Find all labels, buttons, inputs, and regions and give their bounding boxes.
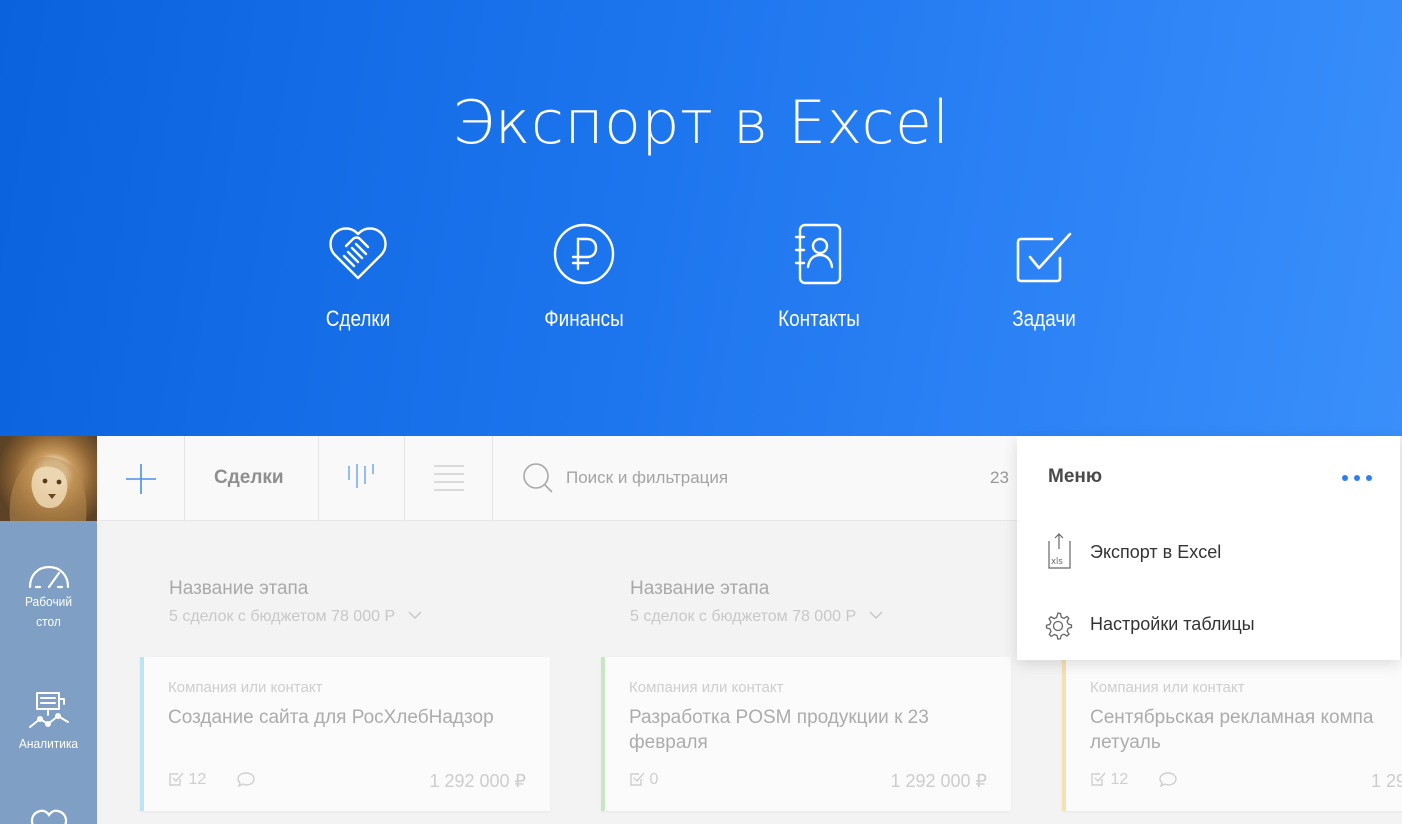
- comment-icon: [1159, 772, 1177, 788]
- deal-count: 23: [990, 468, 1009, 487]
- task-check-icon: [169, 772, 184, 786]
- sidebar-item-analytics[interactable]: Аналитика: [0, 689, 97, 755]
- deal-meta: 12: [168, 771, 255, 789]
- stage-summary[interactable]: 5 сделок с бюджетом 78 000 Р: [169, 608, 589, 626]
- search-icon: [523, 463, 553, 493]
- search-input[interactable]: [566, 466, 946, 490]
- deal-company: Компания или контакт: [629, 679, 784, 696]
- ruble-icon: [553, 223, 615, 285]
- feature-contacts: Контакты: [729, 222, 909, 332]
- sidebar: Рабочий стол Аналитика: [0, 521, 97, 824]
- deal-sum: 1 292 000 ₽: [890, 771, 987, 791]
- stage-summary-text: 5 сделок с бюджетом 78 000 Р: [169, 608, 396, 625]
- contacts-book-icon: [794, 223, 842, 285]
- feature-deals: Сделки: [268, 222, 448, 332]
- pipeline-stage: Название этапа 5 сделок с бюджетом 78 00…: [630, 578, 1050, 626]
- sidebar-item-label: Аналитика: [18, 736, 79, 751]
- deal-card[interactable]: Компания или контакт Сентябрьская реклам…: [1062, 657, 1402, 811]
- task-count: 12: [188, 771, 207, 788]
- deal-meta: 0: [629, 771, 658, 789]
- xls-file-icon: xls: [1048, 533, 1071, 569]
- deal-title: Создание сайта для РосХлебНадзор: [168, 707, 494, 728]
- deal-company: Компания или контакт: [1090, 679, 1245, 696]
- stage-title: Название этапа: [169, 578, 309, 599]
- sidebar-item-dashboard[interactable]: Рабочий стол: [0, 561, 97, 633]
- task-count: 12: [1110, 771, 1129, 788]
- avatar[interactable]: [0, 436, 97, 521]
- add-button[interactable]: [97, 436, 185, 521]
- deal-title: Сентябрьская рекламная компа летуаль: [1090, 707, 1374, 753]
- feature-finance: Финансы: [494, 222, 674, 332]
- feature-label: Сделки: [325, 306, 391, 331]
- deal-sum: 1 292 000 ₽: [429, 771, 526, 791]
- task-checkbox-icon: [1016, 232, 1072, 283]
- task-check-icon: [1091, 772, 1106, 786]
- feature-label: Задачи: [1012, 306, 1076, 331]
- gear-icon: [1045, 612, 1073, 640]
- deal-card[interactable]: Компания или контакт Создание сайта для …: [140, 657, 550, 811]
- toolbar: Сделки 23: [97, 436, 1017, 521]
- menu-item-table-settings[interactable]: Настройки таблицы: [1043, 604, 1383, 648]
- chevron-down-icon: [408, 611, 422, 619]
- feature-label: Контакты: [778, 306, 860, 331]
- sidebar-item-more[interactable]: [0, 807, 97, 824]
- section-title-label: Сделки: [214, 467, 284, 488]
- menu-item-export-excel[interactable]: xls Экспорт в Excel: [1043, 532, 1383, 576]
- analytics-icon: [28, 692, 69, 728]
- deal-sum: 1 29: [1370, 771, 1402, 791]
- menu-item-label: Настройки таблицы: [1090, 614, 1255, 634]
- deal-card[interactable]: Компания или контакт Разработка POSM про…: [601, 657, 1011, 811]
- stage-summary[interactable]: 5 сделок с бюджетом 78 000 Р: [630, 608, 1050, 626]
- plus-icon: [126, 464, 156, 494]
- dropdown-menu: Меню xls Экспорт в Excel Настройки табли…: [1017, 436, 1400, 660]
- pipeline-stage: Название этапа 5 сделок с бюджетом 78 00…: [169, 578, 589, 626]
- hero-banner: Экспорт в Excel Сделки Финансы Контакты: [0, 0, 1402, 436]
- pipeline-icon: [348, 464, 374, 488]
- list-icon: [434, 465, 464, 491]
- deal-meta: 12: [1090, 771, 1177, 789]
- task-count: 0: [649, 771, 659, 788]
- section-title: Сделки: [185, 436, 319, 521]
- speedometer-icon: [28, 565, 69, 589]
- more-dots-icon[interactable]: [1341, 474, 1373, 482]
- deal-title: Разработка POSM продукции к 23 февраля: [629, 707, 929, 753]
- list-view-button[interactable]: [405, 436, 493, 521]
- svg-text:xls: xls: [1051, 557, 1063, 567]
- pipeline-view-button[interactable]: [319, 436, 405, 521]
- search-bar[interactable]: [522, 462, 972, 494]
- handshake-icon: [329, 227, 387, 280]
- stage-title: Название этапа: [630, 578, 770, 599]
- menu-title: Меню: [1048, 466, 1103, 487]
- lion-photo: [9, 457, 87, 521]
- deal-company: Компания или контакт: [168, 679, 323, 696]
- hero-title: Экспорт в Excel: [452, 88, 950, 158]
- stage-summary-text: 5 сделок с бюджетом 78 000 Р: [630, 608, 857, 625]
- sidebar-item-label: Рабочий: [24, 594, 73, 609]
- feature-label: Финансы: [544, 306, 624, 331]
- menu-item-label: Экспорт в Excel: [1090, 542, 1222, 562]
- heart-icon: [30, 809, 67, 824]
- task-check-icon: [630, 772, 645, 786]
- comment-icon: [237, 772, 255, 788]
- feature-tasks: Задачи: [954, 222, 1134, 332]
- chevron-down-icon: [869, 611, 883, 619]
- sidebar-item-label: стол: [36, 614, 61, 629]
